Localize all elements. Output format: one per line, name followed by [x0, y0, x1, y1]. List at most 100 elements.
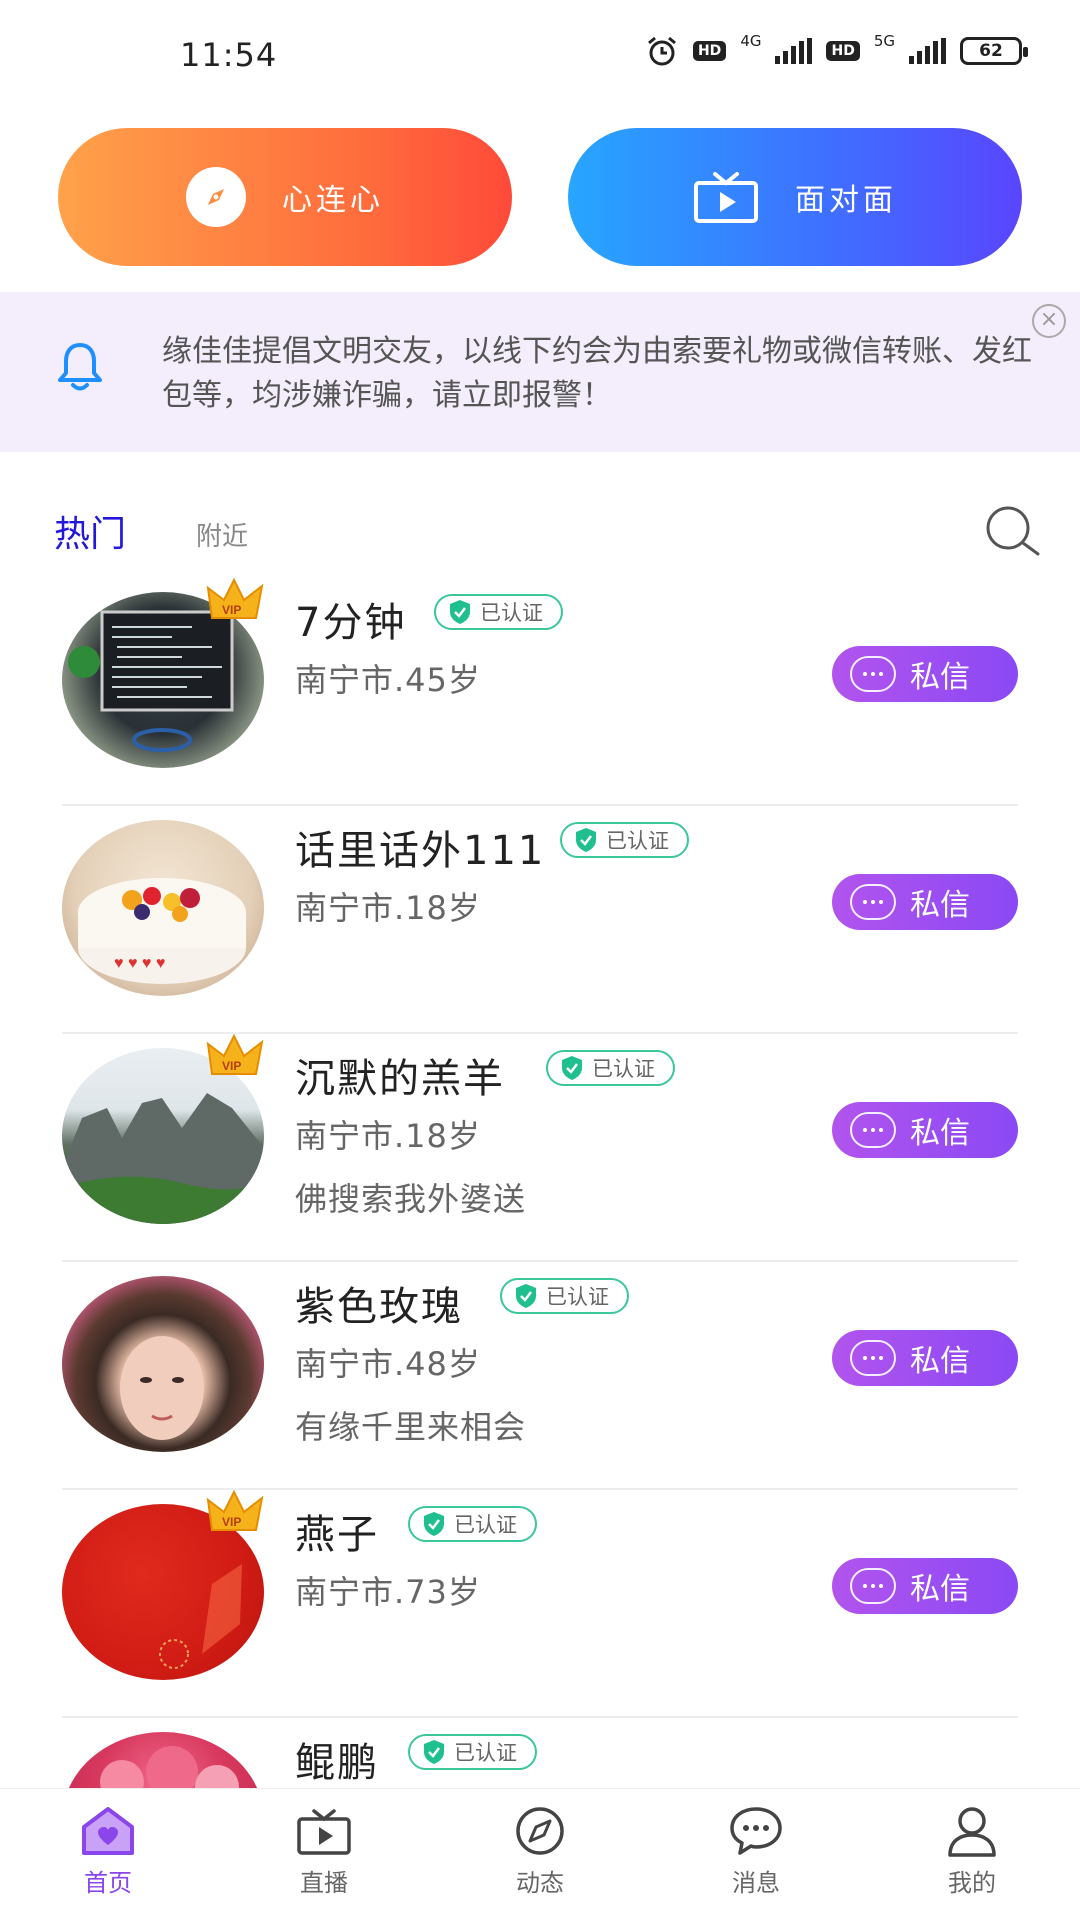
heart-to-heart-label: 心连心	[282, 183, 384, 218]
nav-moments-label: 动态	[516, 1869, 564, 1897]
verified-shield-icon	[562, 1056, 582, 1080]
private-message-button[interactable]: 私信	[832, 874, 1018, 930]
svg-text:VIP: VIP	[222, 1059, 241, 1073]
private-message-label: 私信	[910, 1572, 970, 1607]
hd-icon: HD	[692, 41, 727, 61]
private-message-button[interactable]: 私信	[832, 646, 1018, 702]
nav-live-label: 直播	[300, 1869, 348, 1897]
home-icon	[82, 1807, 134, 1855]
verified-label: 已认证	[480, 601, 543, 625]
chat-bubble-icon	[850, 1568, 896, 1604]
profile-icon	[948, 1807, 996, 1857]
user-name: 沉默的羔羊	[295, 1056, 505, 1102]
user-location-age: 南宁市.48岁	[295, 1345, 481, 1383]
status-time: 11:54	[180, 36, 278, 74]
list-item[interactable]: VIP 沉默的羔羊 已认证 南宁市.18岁 佛搜索我外婆送 私信	[0, 1034, 1080, 1262]
nav-moments[interactable]: 动态	[432, 1789, 648, 1920]
tab-nearby[interactable]: 附近	[196, 516, 248, 557]
nav-home[interactable]: 首页	[0, 1789, 216, 1920]
tv-icon	[297, 1809, 351, 1855]
vip-crown-icon: VIP	[206, 1490, 264, 1531]
vip-crown-icon: VIP	[206, 578, 264, 619]
chat-bubble-icon	[850, 884, 896, 920]
list-item[interactable]: VIP 燕子 已认证 南宁市.73岁 私信	[0, 1490, 1080, 1718]
verified-shield-icon	[576, 828, 596, 852]
nav-home-label: 首页	[84, 1869, 132, 1897]
private-message-button[interactable]: 私信	[832, 1102, 1018, 1158]
chat-bubble-icon	[850, 656, 896, 692]
nav-messages-label: 消息	[732, 1869, 780, 1897]
compass-icon	[516, 1807, 564, 1855]
nav-live[interactable]: 直播	[216, 1789, 432, 1920]
notice-text: 缘佳佳提倡文明交友，以线下约会为由索要礼物或微信转账、发红包等，均涉嫌诈骗，请立…	[162, 334, 1032, 413]
avatar[interactable]	[62, 1276, 264, 1452]
user-location-age: 南宁市.73岁	[295, 1573, 481, 1611]
alarm-icon	[648, 36, 676, 66]
vip-crown-icon: VIP	[206, 1034, 264, 1075]
user-name: 紫色玫瑰	[295, 1284, 463, 1330]
private-message-button[interactable]: 私信	[832, 1558, 1018, 1614]
chat-icon	[730, 1807, 782, 1855]
verified-badge: 已认证	[408, 1506, 537, 1542]
list-item[interactable]: ♥ ♥ ♥ ♥ 话里话外111 已认证 南宁市.18岁 私信	[0, 806, 1080, 1034]
list-tabs: 热门 附近	[54, 505, 248, 557]
user-name: 鲲鹏	[295, 1740, 379, 1786]
private-message-label: 私信	[910, 660, 970, 695]
nav-messages[interactable]: 消息	[648, 1789, 864, 1920]
chat-bubble-icon	[850, 1112, 896, 1148]
user-name: 话里话外111	[295, 828, 546, 874]
verified-shield-icon	[424, 1740, 444, 1764]
face-to-face-button[interactable]: 面对面	[568, 128, 1022, 266]
svg-text:♥ ♥ ♥ ♥: ♥ ♥ ♥ ♥	[114, 955, 165, 972]
status-bar: 11:54 HD 4G HD 5G 62	[0, 0, 1080, 110]
signal-icon	[909, 38, 946, 64]
user-name: 7分钟	[295, 600, 407, 646]
close-icon[interactable]: ×	[1032, 304, 1066, 338]
battery-level: 62	[979, 41, 1003, 61]
nav-profile[interactable]: 我的	[864, 1789, 1080, 1920]
verified-shield-icon	[424, 1512, 444, 1536]
verified-shield-icon	[450, 600, 470, 624]
battery-icon: 62	[960, 37, 1028, 65]
private-message-button[interactable]: 私信	[832, 1330, 1018, 1386]
private-message-label: 私信	[910, 888, 970, 923]
verified-badge: 已认证	[500, 1278, 629, 1314]
verified-label: 已认证	[592, 1057, 655, 1081]
compass-icon	[186, 167, 246, 227]
svg-text:VIP: VIP	[222, 603, 241, 617]
chat-bubble-icon	[850, 1340, 896, 1376]
face-to-face-label: 面对面	[795, 183, 897, 218]
user-location-age: 南宁市.45岁	[295, 661, 481, 699]
verified-label: 已认证	[606, 829, 669, 853]
user-signature: 有缘千里来相会	[295, 1408, 527, 1446]
user-signature: 佛搜索我外婆送	[295, 1180, 527, 1218]
nav-profile-label: 我的	[948, 1869, 996, 1897]
verified-badge: 已认证	[546, 1050, 675, 1086]
heart-to-heart-button[interactable]: 心连心	[58, 128, 512, 266]
tv-icon	[693, 170, 759, 224]
user-location-age: 南宁市.18岁	[295, 1117, 481, 1155]
bottom-nav: 首页 直播 动态 消息 我的	[0, 1788, 1080, 1920]
status-icons: HD 4G HD 5G 62	[645, 32, 1028, 68]
verified-badge: 已认证	[434, 594, 563, 630]
verified-badge: 已认证	[560, 822, 689, 858]
user-name: 燕子	[295, 1512, 379, 1558]
signal-icon	[775, 38, 813, 64]
user-location-age: 南宁市.18岁	[295, 889, 481, 927]
tab-hot[interactable]: 热门	[54, 505, 126, 557]
search-icon[interactable]	[984, 504, 1042, 558]
verified-badge: 已认证	[408, 1734, 537, 1770]
network-type-5g: 5G	[873, 32, 895, 50]
private-message-label: 私信	[910, 1116, 970, 1151]
avatar[interactable]: ♥ ♥ ♥ ♥	[62, 820, 264, 996]
list-item[interactable]: VIP 7分钟 已认证 南宁市.45岁 私信	[0, 578, 1080, 806]
user-list: VIP 7分钟 已认证 南宁市.45岁 私信 ♥ ♥ ♥ ♥ 话里话外111 已…	[0, 578, 1080, 1920]
svg-text:VIP: VIP	[222, 1515, 241, 1529]
safety-notice: 缘佳佳提倡文明交友，以线下约会为由索要礼物或微信转账、发红包等，均涉嫌诈骗，请立…	[0, 292, 1080, 452]
bell-icon	[58, 343, 102, 391]
list-item[interactable]: 紫色玫瑰 已认证 南宁市.48岁 有缘千里来相会 私信	[0, 1262, 1080, 1490]
verified-label: 已认证	[546, 1285, 609, 1309]
private-message-label: 私信	[910, 1344, 970, 1379]
network-type-4g: 4G	[740, 32, 762, 50]
hd-icon: HD	[826, 41, 860, 61]
